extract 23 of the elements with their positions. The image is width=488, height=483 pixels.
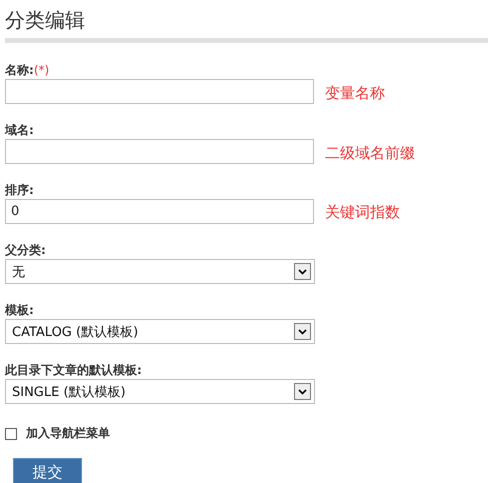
field-hint: 变量名称 — [325, 82, 385, 102]
input-field[interactable] — [5, 79, 314, 104]
field-label: 名称: — [5, 62, 34, 78]
chevron-down-icon — [294, 383, 311, 400]
dropdown[interactable]: 无 — [5, 259, 315, 284]
page-title: 分类编辑 — [5, 8, 86, 32]
input-field[interactable] — [5, 139, 314, 164]
required-mark: (*) — [34, 63, 50, 77]
chevron-down-icon — [294, 323, 311, 340]
field-hint: 二级域名前缀 — [325, 142, 415, 162]
field-hint: 关键词指数 — [325, 203, 400, 222]
dropdown[interactable]: SINGLE (默认模板) — [5, 379, 315, 404]
field-label: 此目录下文章的默认模板: — [5, 362, 142, 378]
field-label: 排序: — [5, 182, 34, 198]
chevron-down-icon — [294, 263, 311, 280]
field-label: 域名: — [5, 122, 34, 138]
field-label: 模板: — [5, 302, 34, 318]
field-label: 父分类: — [5, 242, 46, 258]
dropdown[interactable]: CATALOG (默认模板) — [5, 319, 315, 344]
checkbox-label: 加入导航栏菜单 — [26, 425, 110, 442]
checkbox[interactable] — [5, 428, 17, 440]
input-field[interactable]: 0 — [5, 199, 314, 224]
submit-button[interactable]: 提交 — [13, 458, 82, 483]
